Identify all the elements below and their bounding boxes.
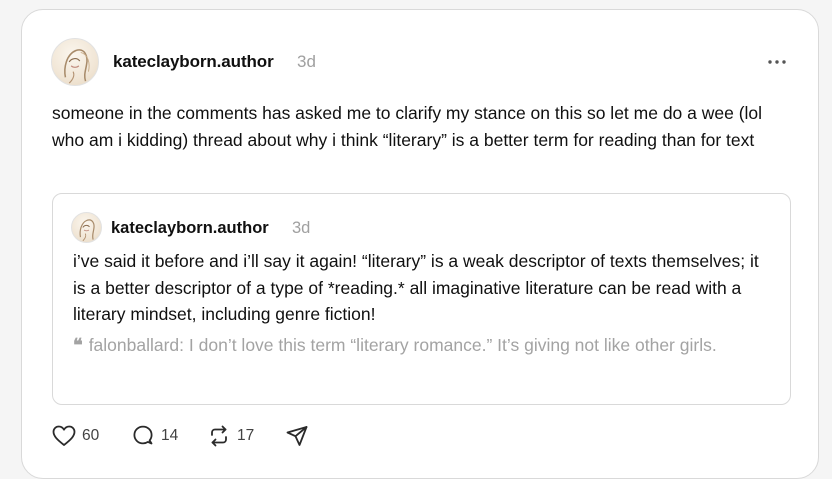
- like-count: 60: [82, 427, 100, 444]
- share-icon: [286, 426, 308, 446]
- nested-quote: ❝ falonballard: I don’t love this term “l…: [73, 332, 773, 360]
- reply-button[interactable]: 14: [131, 422, 178, 450]
- comment-icon: [133, 425, 153, 445]
- like-button[interactable]: 60: [52, 422, 99, 450]
- repost-count: 17: [237, 427, 255, 444]
- quoted-post-timestamp: 3d: [292, 219, 311, 237]
- repost-icon: [211, 425, 227, 447]
- heart-icon: [52, 425, 76, 446]
- reply-count: 14: [161, 427, 179, 444]
- quoted-author-avatar[interactable]: [71, 212, 102, 243]
- post-timestamp: 3d: [297, 52, 316, 71]
- post-text: someone in the comments has asked me to …: [52, 103, 763, 150]
- share-button[interactable]: [285, 422, 309, 450]
- author-name[interactable]: kateclayborn.author: [113, 52, 274, 72]
- nested-quote-text: falonballard: I don’t love this term “li…: [88, 335, 717, 355]
- repost-button[interactable]: 17: [207, 422, 254, 450]
- more-options-button[interactable]: [763, 50, 791, 74]
- post-card: kateclayborn.author 3d someone in the co…: [21, 9, 819, 479]
- quoted-author-name[interactable]: kateclayborn.author: [111, 219, 269, 238]
- quoted-post[interactable]: kateclayborn.author 3d i’ve said it befo…: [52, 193, 791, 405]
- ellipsis-icon: [768, 60, 786, 64]
- author-avatar[interactable]: [51, 38, 99, 86]
- quote-mark-icon: ❝: [73, 335, 83, 356]
- quoted-post-text: i’ve said it before and i’ll say it agai…: [73, 251, 759, 324]
